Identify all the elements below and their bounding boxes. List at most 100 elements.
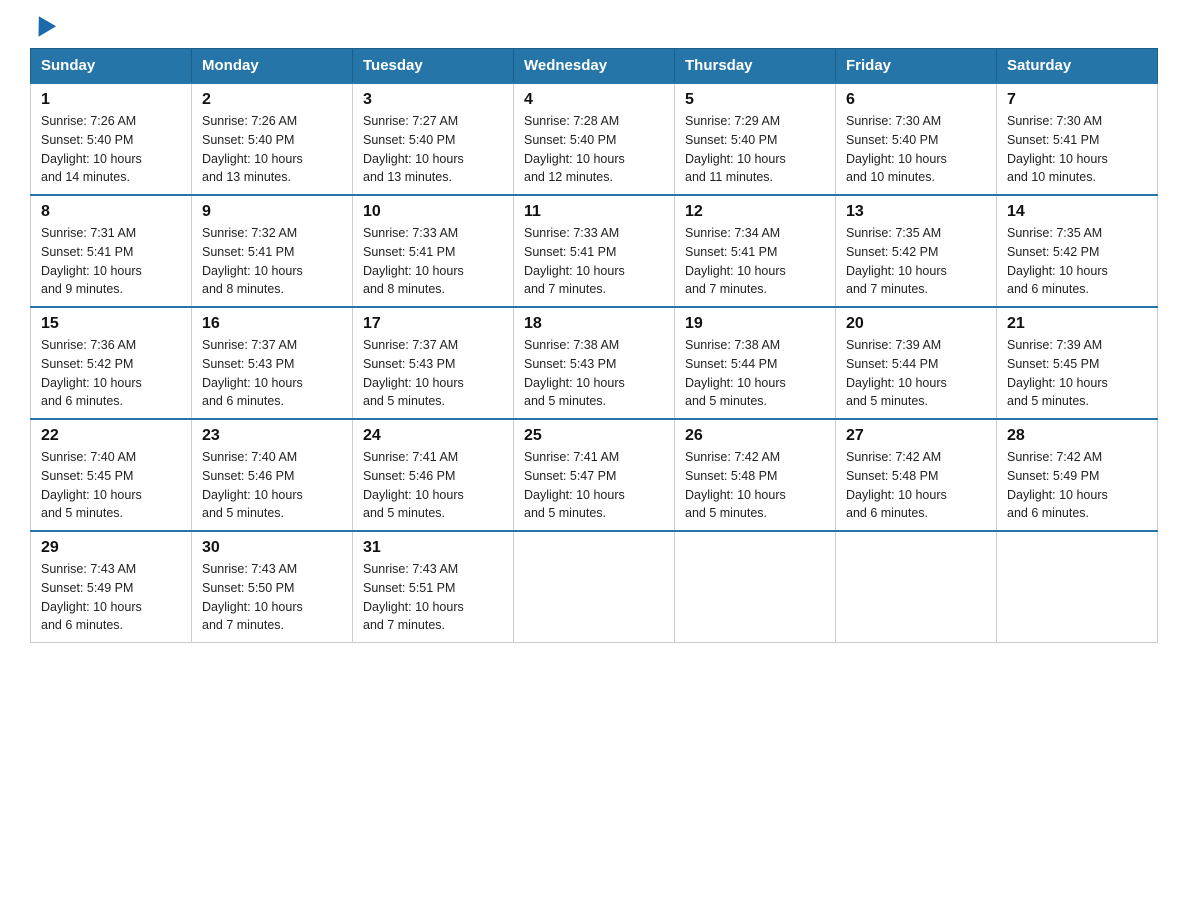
day-number: 29 — [41, 539, 181, 557]
day-number: 28 — [1007, 427, 1147, 445]
day-info: Sunrise: 7:43 AMSunset: 5:49 PMDaylight:… — [41, 560, 181, 635]
day-info: Sunrise: 7:40 AMSunset: 5:46 PMDaylight:… — [202, 448, 342, 523]
calendar-cell: 26 Sunrise: 7:42 AMSunset: 5:48 PMDaylig… — [675, 419, 836, 531]
day-info: Sunrise: 7:38 AMSunset: 5:44 PMDaylight:… — [685, 336, 825, 411]
calendar-cell: 4 Sunrise: 7:28 AMSunset: 5:40 PMDayligh… — [514, 83, 675, 195]
day-info: Sunrise: 7:36 AMSunset: 5:42 PMDaylight:… — [41, 336, 181, 411]
day-number: 11 — [524, 203, 664, 221]
calendar-cell: 23 Sunrise: 7:40 AMSunset: 5:46 PMDaylig… — [192, 419, 353, 531]
calendar-cell: 27 Sunrise: 7:42 AMSunset: 5:48 PMDaylig… — [836, 419, 997, 531]
calendar-cell: 10 Sunrise: 7:33 AMSunset: 5:41 PMDaylig… — [353, 195, 514, 307]
calendar-cell: 5 Sunrise: 7:29 AMSunset: 5:40 PMDayligh… — [675, 83, 836, 195]
day-info: Sunrise: 7:35 AMSunset: 5:42 PMDaylight:… — [846, 224, 986, 299]
day-number: 24 — [363, 427, 503, 445]
calendar-cell: 16 Sunrise: 7:37 AMSunset: 5:43 PMDaylig… — [192, 307, 353, 419]
calendar-cell: 29 Sunrise: 7:43 AMSunset: 5:49 PMDaylig… — [31, 531, 192, 643]
day-number: 30 — [202, 539, 342, 557]
calendar-cell: 19 Sunrise: 7:38 AMSunset: 5:44 PMDaylig… — [675, 307, 836, 419]
calendar-cell: 2 Sunrise: 7:26 AMSunset: 5:40 PMDayligh… — [192, 83, 353, 195]
day-info: Sunrise: 7:42 AMSunset: 5:48 PMDaylight:… — [846, 448, 986, 523]
day-info: Sunrise: 7:39 AMSunset: 5:45 PMDaylight:… — [1007, 336, 1147, 411]
day-info: Sunrise: 7:41 AMSunset: 5:47 PMDaylight:… — [524, 448, 664, 523]
day-number: 9 — [202, 203, 342, 221]
weekday-header-sunday: Sunday — [31, 49, 192, 84]
weekday-header-saturday: Saturday — [997, 49, 1158, 84]
weekday-header-tuesday: Tuesday — [353, 49, 514, 84]
weekday-header-row: SundayMondayTuesdayWednesdayThursdayFrid… — [31, 49, 1158, 84]
calendar-cell: 17 Sunrise: 7:37 AMSunset: 5:43 PMDaylig… — [353, 307, 514, 419]
calendar-cell: 20 Sunrise: 7:39 AMSunset: 5:44 PMDaylig… — [836, 307, 997, 419]
week-row-4: 22 Sunrise: 7:40 AMSunset: 5:45 PMDaylig… — [31, 419, 1158, 531]
calendar-cell: 13 Sunrise: 7:35 AMSunset: 5:42 PMDaylig… — [836, 195, 997, 307]
calendar-cell: 6 Sunrise: 7:30 AMSunset: 5:40 PMDayligh… — [836, 83, 997, 195]
day-number: 2 — [202, 91, 342, 109]
calendar-cell — [675, 531, 836, 643]
calendar-cell: 31 Sunrise: 7:43 AMSunset: 5:51 PMDaylig… — [353, 531, 514, 643]
calendar-cell: 3 Sunrise: 7:27 AMSunset: 5:40 PMDayligh… — [353, 83, 514, 195]
day-info: Sunrise: 7:43 AMSunset: 5:50 PMDaylight:… — [202, 560, 342, 635]
calendar-cell: 30 Sunrise: 7:43 AMSunset: 5:50 PMDaylig… — [192, 531, 353, 643]
day-number: 19 — [685, 315, 825, 333]
day-number: 31 — [363, 539, 503, 557]
day-number: 1 — [41, 91, 181, 109]
day-number: 7 — [1007, 91, 1147, 109]
day-number: 15 — [41, 315, 181, 333]
day-info: Sunrise: 7:40 AMSunset: 5:45 PMDaylight:… — [41, 448, 181, 523]
day-info: Sunrise: 7:30 AMSunset: 5:41 PMDaylight:… — [1007, 112, 1147, 187]
day-info: Sunrise: 7:37 AMSunset: 5:43 PMDaylight:… — [363, 336, 503, 411]
day-number: 26 — [685, 427, 825, 445]
day-info: Sunrise: 7:42 AMSunset: 5:48 PMDaylight:… — [685, 448, 825, 523]
day-info: Sunrise: 7:43 AMSunset: 5:51 PMDaylight:… — [363, 560, 503, 635]
day-info: Sunrise: 7:33 AMSunset: 5:41 PMDaylight:… — [524, 224, 664, 299]
day-number: 14 — [1007, 203, 1147, 221]
calendar-table: SundayMondayTuesdayWednesdayThursdayFrid… — [30, 48, 1158, 643]
day-number: 8 — [41, 203, 181, 221]
day-info: Sunrise: 7:31 AMSunset: 5:41 PMDaylight:… — [41, 224, 181, 299]
calendar-cell: 24 Sunrise: 7:41 AMSunset: 5:46 PMDaylig… — [353, 419, 514, 531]
day-number: 25 — [524, 427, 664, 445]
calendar-cell: 15 Sunrise: 7:36 AMSunset: 5:42 PMDaylig… — [31, 307, 192, 419]
calendar-cell — [997, 531, 1158, 643]
day-number: 21 — [1007, 315, 1147, 333]
day-info: Sunrise: 7:41 AMSunset: 5:46 PMDaylight:… — [363, 448, 503, 523]
day-number: 20 — [846, 315, 986, 333]
page-header — [30, 20, 1158, 38]
day-info: Sunrise: 7:35 AMSunset: 5:42 PMDaylight:… — [1007, 224, 1147, 299]
day-info: Sunrise: 7:29 AMSunset: 5:40 PMDaylight:… — [685, 112, 825, 187]
weekday-header-friday: Friday — [836, 49, 997, 84]
calendar-cell: 14 Sunrise: 7:35 AMSunset: 5:42 PMDaylig… — [997, 195, 1158, 307]
week-row-5: 29 Sunrise: 7:43 AMSunset: 5:49 PMDaylig… — [31, 531, 1158, 643]
logo — [30, 20, 56, 38]
day-info: Sunrise: 7:27 AMSunset: 5:40 PMDaylight:… — [363, 112, 503, 187]
day-number: 17 — [363, 315, 503, 333]
day-number: 6 — [846, 91, 986, 109]
day-info: Sunrise: 7:37 AMSunset: 5:43 PMDaylight:… — [202, 336, 342, 411]
calendar-cell: 18 Sunrise: 7:38 AMSunset: 5:43 PMDaylig… — [514, 307, 675, 419]
day-info: Sunrise: 7:28 AMSunset: 5:40 PMDaylight:… — [524, 112, 664, 187]
day-info: Sunrise: 7:34 AMSunset: 5:41 PMDaylight:… — [685, 224, 825, 299]
day-number: 16 — [202, 315, 342, 333]
calendar-cell: 12 Sunrise: 7:34 AMSunset: 5:41 PMDaylig… — [675, 195, 836, 307]
calendar-cell: 8 Sunrise: 7:31 AMSunset: 5:41 PMDayligh… — [31, 195, 192, 307]
day-info: Sunrise: 7:39 AMSunset: 5:44 PMDaylight:… — [846, 336, 986, 411]
calendar-cell: 11 Sunrise: 7:33 AMSunset: 5:41 PMDaylig… — [514, 195, 675, 307]
weekday-header-wednesday: Wednesday — [514, 49, 675, 84]
day-number: 13 — [846, 203, 986, 221]
calendar-cell: 25 Sunrise: 7:41 AMSunset: 5:47 PMDaylig… — [514, 419, 675, 531]
week-row-2: 8 Sunrise: 7:31 AMSunset: 5:41 PMDayligh… — [31, 195, 1158, 307]
day-info: Sunrise: 7:32 AMSunset: 5:41 PMDaylight:… — [202, 224, 342, 299]
day-number: 3 — [363, 91, 503, 109]
day-number: 10 — [363, 203, 503, 221]
calendar-cell: 21 Sunrise: 7:39 AMSunset: 5:45 PMDaylig… — [997, 307, 1158, 419]
day-info: Sunrise: 7:26 AMSunset: 5:40 PMDaylight:… — [202, 112, 342, 187]
day-number: 4 — [524, 91, 664, 109]
calendar-cell — [514, 531, 675, 643]
day-number: 22 — [41, 427, 181, 445]
day-info: Sunrise: 7:33 AMSunset: 5:41 PMDaylight:… — [363, 224, 503, 299]
calendar-cell: 22 Sunrise: 7:40 AMSunset: 5:45 PMDaylig… — [31, 419, 192, 531]
day-number: 27 — [846, 427, 986, 445]
calendar-cell: 1 Sunrise: 7:26 AMSunset: 5:40 PMDayligh… — [31, 83, 192, 195]
day-number: 18 — [524, 315, 664, 333]
week-row-1: 1 Sunrise: 7:26 AMSunset: 5:40 PMDayligh… — [31, 83, 1158, 195]
day-info: Sunrise: 7:30 AMSunset: 5:40 PMDaylight:… — [846, 112, 986, 187]
